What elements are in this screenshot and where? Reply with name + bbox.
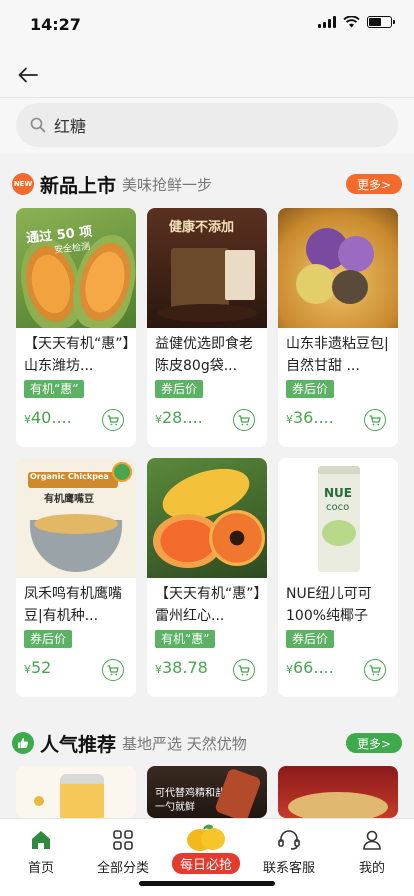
product-tag: 券后价: [286, 630, 335, 648]
new-badge-icon: NEW: [12, 173, 34, 195]
product-image: Organic Chickpea 有机鹰嘴豆: [16, 458, 136, 578]
section-title: 新品上市: [40, 174, 117, 197]
tab-label: 联系客服: [262, 861, 315, 876]
status-bar: 14:27: [0, 0, 414, 52]
signal-icon: [318, 16, 336, 28]
product-image: [147, 458, 267, 578]
product-image: [16, 766, 136, 818]
product-card[interactable]: 健康不添加 益健优选即食老陈皮80g袋... 券后价 ¥28....: [147, 208, 267, 447]
tab-label: 全部分类: [96, 861, 149, 876]
image-caption-sub: coco: [326, 502, 350, 513]
currency-symbol: ¥: [24, 663, 31, 676]
tab-label: 每日必抢: [171, 853, 240, 874]
currency-symbol: ¥: [155, 663, 162, 676]
currency-symbol: ¥: [286, 413, 293, 426]
search-area: [0, 98, 414, 154]
product-price: ¥52: [24, 658, 51, 677]
more-button[interactable]: 更多>: [346, 174, 402, 194]
grid-icon: [113, 830, 133, 850]
section-subtitle: 美味抢鲜一步: [122, 175, 213, 194]
product-tag: 券后价: [155, 380, 204, 398]
home-icon: [32, 831, 50, 849]
product-tag: 有机“惠”: [155, 630, 216, 648]
product-price: ¥40....: [24, 408, 72, 427]
product-price: ¥28....: [155, 408, 203, 427]
price-value: 28....: [162, 408, 203, 427]
price-value: 40....: [31, 408, 72, 427]
product-tag: 券后价: [24, 630, 73, 648]
product-image: [278, 208, 398, 328]
person-icon: [363, 830, 381, 850]
image-caption: 健康不添加: [169, 220, 235, 235]
product-card[interactable]: Organic Chickpea 有机鹰嘴豆 凤禾鸣有机鹰嘴豆|有机种... 券…: [16, 458, 136, 697]
product-card[interactable]: 可代替鸡精和盐 一勺就鲜: [147, 766, 267, 818]
product-price: ¥36....: [286, 408, 334, 427]
add-to-cart-icon[interactable]: [233, 659, 255, 681]
product-tag: 有机“惠”: [24, 380, 85, 398]
image-caption: 可代替鸡精和盐: [155, 788, 225, 799]
product-image: [278, 766, 398, 818]
status-icons: [318, 16, 395, 28]
product-price: ¥38.78: [155, 658, 208, 677]
tab-label: 首页: [27, 861, 54, 876]
add-to-cart-icon[interactable]: [233, 409, 255, 431]
price-value: 66....: [293, 658, 334, 677]
tab-daily-deals[interactable]: 每日必抢: [165, 824, 247, 874]
headset-icon: [278, 830, 300, 850]
product-card[interactable]: NUE coco NUE纽儿可可100%纯椰子水... 券后价 ¥66....: [278, 458, 398, 697]
product-name: 益健优选即食老陈皮80g袋...: [155, 336, 253, 374]
price-value: 36....: [293, 408, 334, 427]
more-button[interactable]: 更多>: [346, 733, 402, 753]
thumbs-up-icon: [12, 732, 34, 754]
mango-icon: [187, 824, 225, 851]
product-tag: 券后价: [286, 380, 335, 398]
tab-label: 我的: [358, 861, 385, 876]
battery-icon: [367, 16, 395, 28]
product-image: 可代替鸡精和盐 一勺就鲜: [147, 766, 267, 818]
product-name: 【天天有机“惠”】山东潍坊...: [24, 336, 130, 374]
section-popular-header: 人气推荐 基地严选 天然优物 更多>: [12, 728, 404, 758]
product-price: ¥66....: [286, 658, 334, 677]
image-caption: Organic Chickpea: [30, 472, 109, 481]
tab-categories[interactable]: 全部分类: [82, 827, 164, 876]
section-subtitle: 基地严选 天然优物: [122, 734, 247, 753]
product-card[interactable]: 【天天有机“惠”】雷州红心... 有机“惠” ¥38.78: [147, 458, 267, 697]
product-name: 【天天有机“惠”】雷州红心...: [155, 586, 261, 624]
currency-symbol: ¥: [286, 663, 293, 676]
nav-bar: [0, 52, 414, 98]
product-name: 凤禾鸣有机鹰嘴豆|有机种...: [24, 586, 122, 624]
image-caption-sub: 一勺就鲜: [155, 802, 195, 813]
image-caption: NUE: [324, 486, 352, 500]
add-to-cart-icon[interactable]: [364, 659, 386, 681]
add-to-cart-icon[interactable]: [364, 409, 386, 431]
product-card[interactable]: [278, 766, 398, 818]
search-icon: [30, 117, 46, 133]
back-arrow-icon[interactable]: [14, 61, 42, 89]
product-image: 健康不添加: [147, 208, 267, 328]
product-card[interactable]: [16, 766, 136, 818]
section-new-header: NEW 新品上市 美味抢鲜一步 更多>: [12, 169, 404, 199]
currency-symbol: ¥: [155, 413, 162, 426]
add-to-cart-icon[interactable]: [102, 409, 124, 431]
product-image: 通过 50 项 安全检测: [16, 208, 136, 328]
home-indicator: [139, 881, 275, 886]
product-card[interactable]: 山东非遗粘豆包|自然甘甜 ... 券后价 ¥36....: [278, 208, 398, 447]
product-name: 山东非遗粘豆包|自然甘甜 ...: [286, 336, 389, 374]
tab-profile[interactable]: 我的: [331, 827, 413, 876]
search-input[interactable]: [54, 115, 354, 135]
wifi-icon: [343, 16, 360, 28]
add-to-cart-icon[interactable]: [102, 659, 124, 681]
price-value: 38.78: [162, 658, 208, 677]
image-caption-sub: 有机鹰嘴豆: [44, 494, 94, 505]
search-bar[interactable]: [16, 103, 398, 147]
product-image: NUE coco: [278, 458, 398, 578]
price-value: 52: [31, 658, 52, 677]
product-card[interactable]: 通过 50 项 安全检测 【天天有机“惠”】山东潍坊... 有机“惠” ¥40.…: [16, 208, 136, 447]
status-time: 14:27: [30, 15, 81, 34]
product-name: NUE纽儿可可100%纯椰子水...: [286, 586, 372, 624]
currency-symbol: ¥: [24, 413, 31, 426]
section-title: 人气推荐: [40, 733, 117, 756]
tab-customer-service[interactable]: 联系客服: [248, 827, 330, 876]
tab-home[interactable]: 首页: [0, 827, 82, 876]
